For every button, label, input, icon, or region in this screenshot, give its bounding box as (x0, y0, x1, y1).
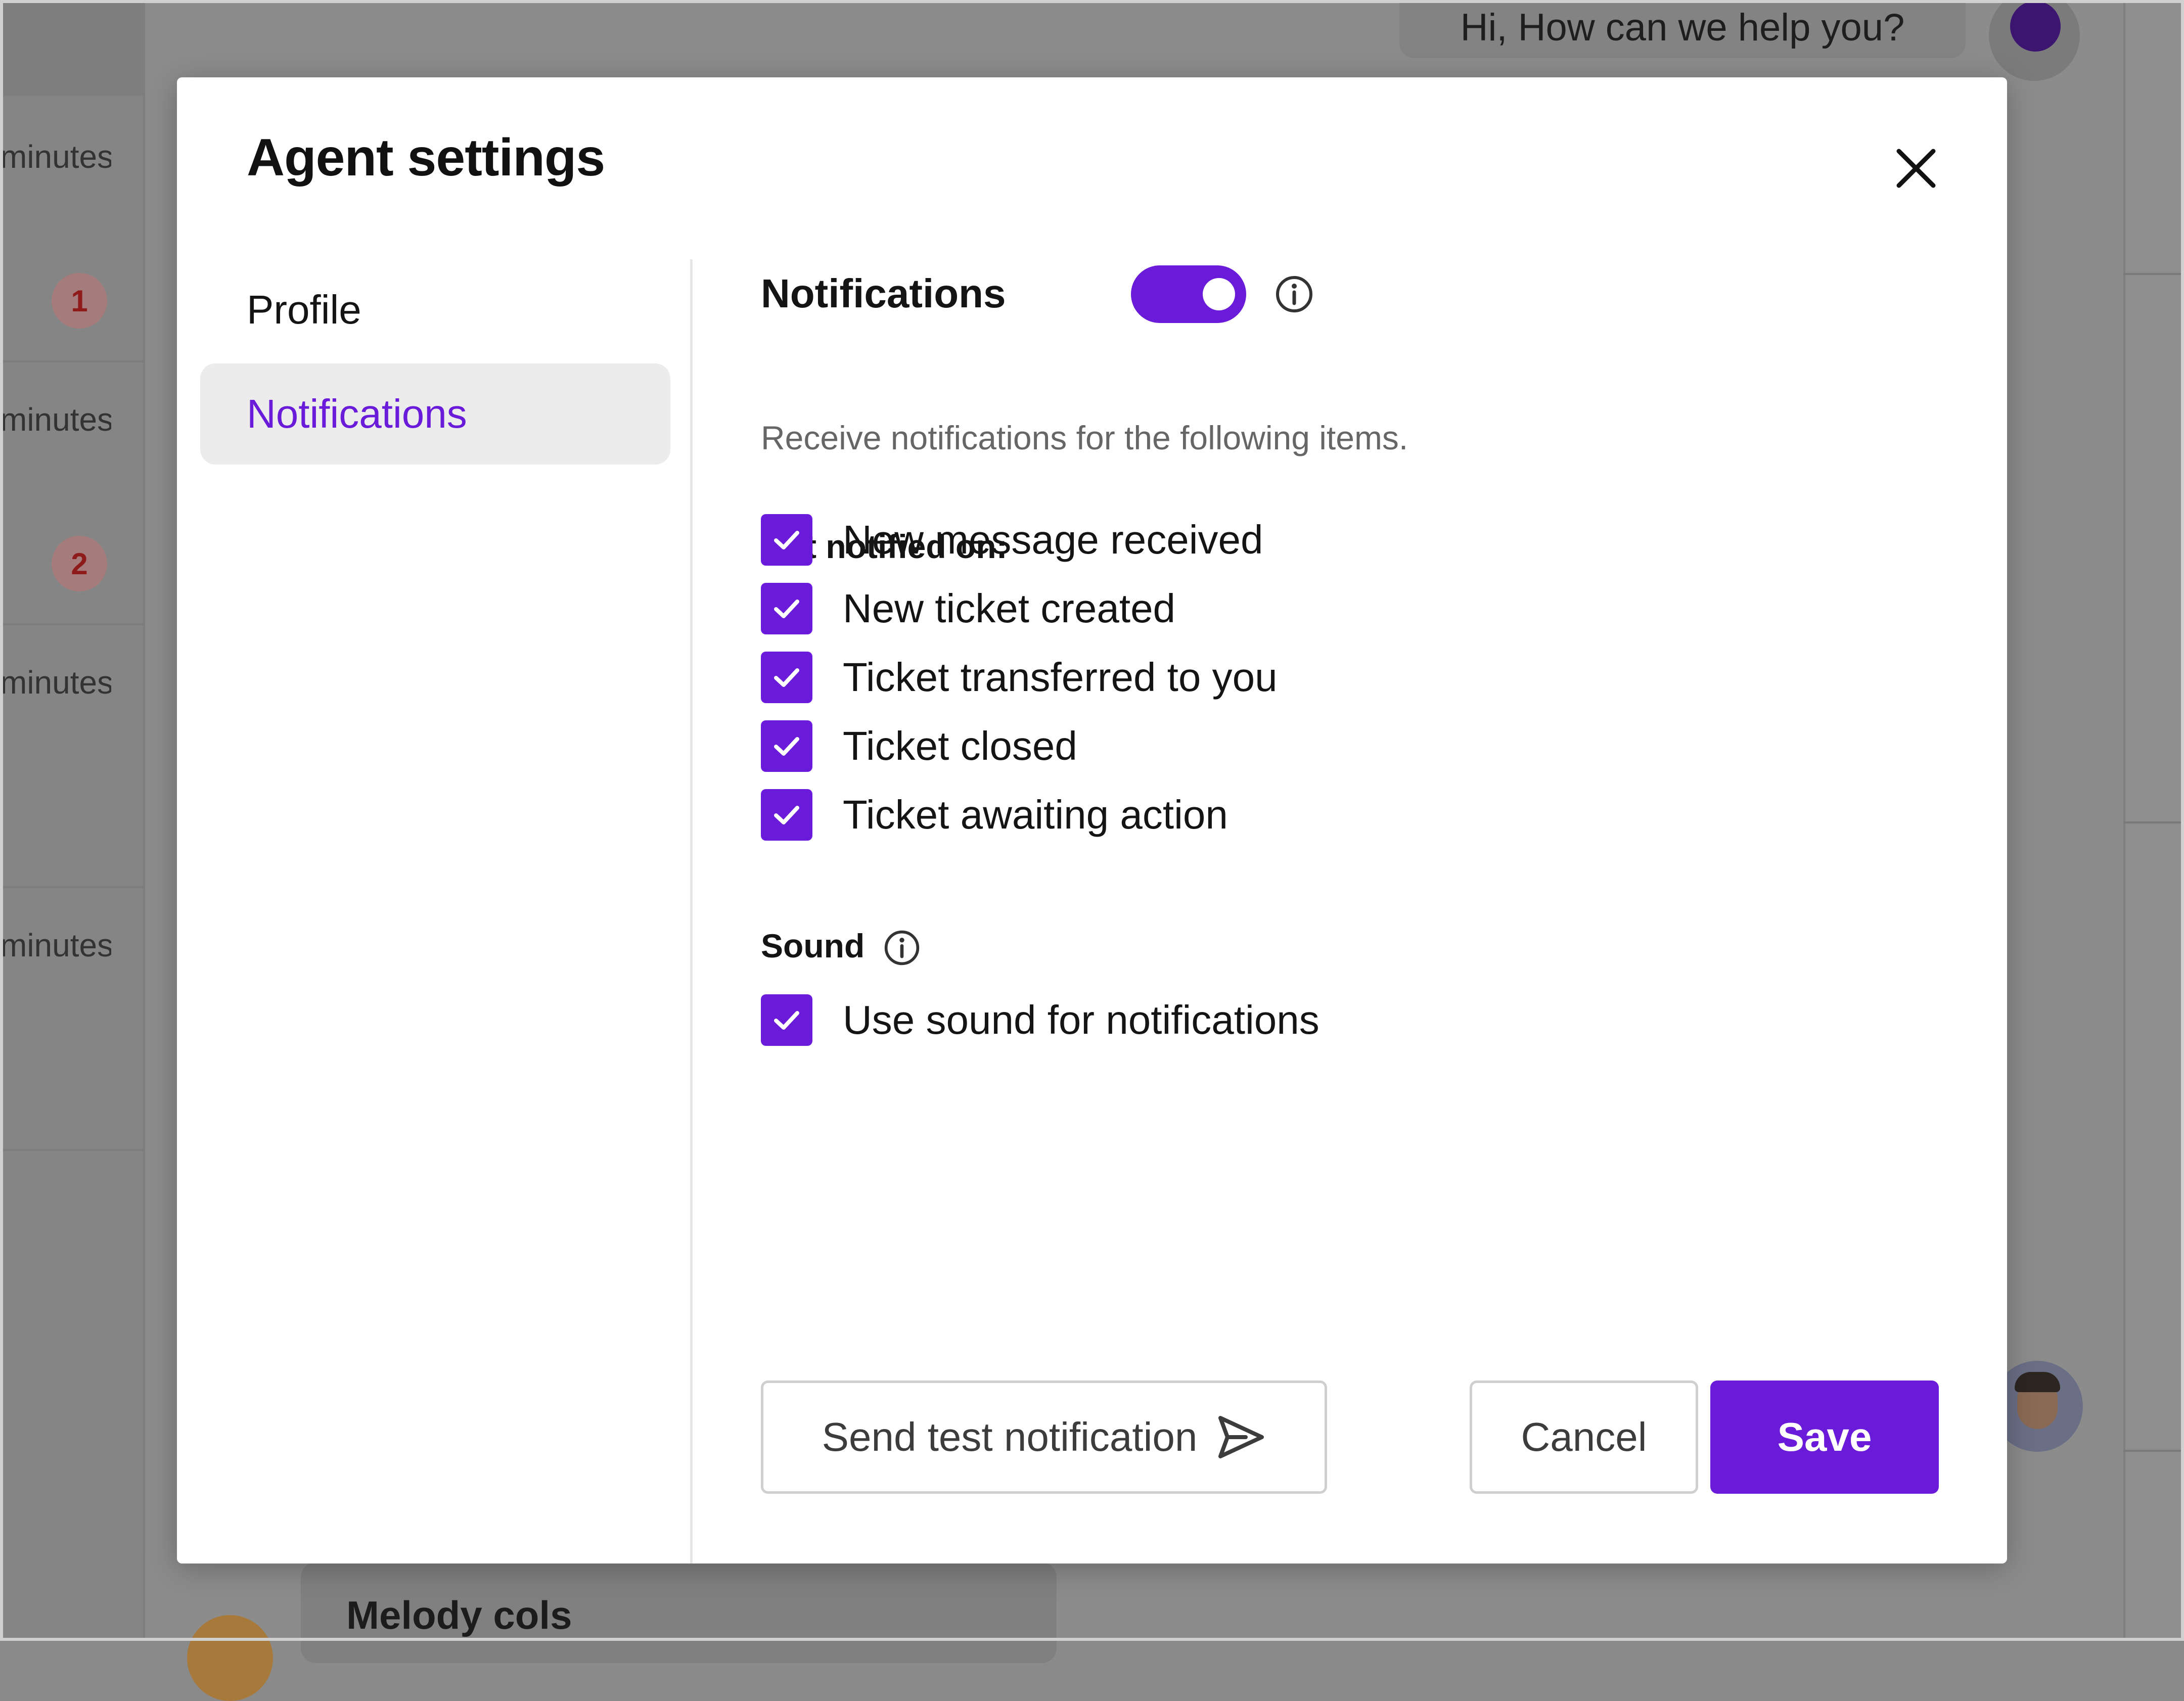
checkbox-row-new-message[interactable]: New message received (761, 512, 1263, 568)
checkbox-new-ticket-created[interactable] (761, 583, 812, 634)
checkbox-row-ticket-transferred[interactable]: Ticket transferred to you (761, 650, 1278, 705)
background-unread-badge: 1 (52, 273, 107, 329)
check-icon (774, 531, 799, 549)
checkbox-use-sound[interactable] (761, 994, 812, 1046)
checkbox-ticket-awaiting-action[interactable] (761, 789, 812, 841)
background-list-header (0, 0, 143, 96)
checkbox-row-ticket-awaiting[interactable]: Ticket awaiting action (761, 787, 1228, 843)
background-list-time: minutes (0, 139, 111, 175)
nav-item-profile[interactable]: Profile (200, 259, 670, 360)
agent-settings-dialog: Agent settings Profile Notifications Not… (177, 77, 2007, 1564)
checkbox-row-use-sound[interactable]: Use sound for notifications (761, 992, 1320, 1048)
background-contact-avatar (187, 1615, 273, 1701)
checkbox-label: Use sound for notifications (843, 997, 1320, 1042)
checkbox-row-ticket-closed[interactable]: Ticket closed (761, 718, 1077, 774)
checkbox-ticket-closed[interactable] (761, 720, 812, 772)
send-test-label: Send test notification (822, 1414, 1198, 1459)
close-icon (1896, 149, 1936, 188)
background-list-time: minutes (0, 664, 111, 701)
background-panel-divider (2123, 1450, 2184, 1452)
checkbox-label: Ticket awaiting action (843, 792, 1228, 837)
nav-item-notifications[interactable]: Notifications (200, 363, 670, 465)
notifications-title: Notifications (761, 271, 1006, 316)
background-chat-greeting: Hi, How can we help you? (1399, 0, 1966, 58)
background-details-panel (2123, 0, 2184, 1641)
background-list-time: minutes (0, 927, 111, 963)
check-icon (774, 737, 799, 756)
save-button[interactable]: Save (1710, 1381, 1939, 1494)
notifications-toggle[interactable] (1131, 265, 1246, 323)
notifications-subtitle: Receive notifications for the following … (761, 419, 1408, 456)
check-icon (774, 806, 799, 824)
checkbox-label: Ticket closed (843, 723, 1077, 768)
background-panel-divider (2123, 273, 2184, 275)
toggle-knob (1203, 278, 1235, 310)
sound-label: Sound (761, 927, 865, 964)
check-icon (774, 668, 799, 687)
background-row-divider (0, 886, 143, 888)
cancel-button[interactable]: Cancel (1470, 1381, 1698, 1494)
info-icon[interactable] (1274, 274, 1314, 314)
checkbox-label: New ticket created (843, 586, 1176, 631)
background-unread-badge: 2 (52, 536, 107, 591)
check-icon (774, 1011, 799, 1030)
checkbox-label: New message received (843, 517, 1263, 562)
background-contact-name: Melody cols (346, 1593, 572, 1637)
background-row-divider (0, 360, 143, 362)
info-icon[interactable] (883, 929, 921, 967)
checkbox-row-new-ticket[interactable]: New ticket created (761, 581, 1175, 636)
dialog-title: Agent settings (247, 128, 605, 187)
background-bot-avatar (1989, 0, 2080, 81)
background-list-time: minutes (0, 401, 111, 438)
background-panel-divider (2123, 821, 2184, 823)
checkbox-ticket-transferred[interactable] (761, 652, 812, 703)
background-row-divider (0, 623, 143, 625)
close-button[interactable] (1886, 138, 1946, 199)
checkbox-label: Ticket transferred to you (843, 655, 1278, 700)
send-icon (1218, 1416, 1264, 1458)
checkbox-new-message-received[interactable] (761, 514, 812, 566)
background-conversation-list (0, 0, 145, 1641)
send-test-notification-button[interactable]: Send test notification (761, 1381, 1327, 1494)
check-icon (774, 600, 799, 618)
background-row-divider (0, 1149, 143, 1151)
nav-divider (690, 259, 693, 1564)
